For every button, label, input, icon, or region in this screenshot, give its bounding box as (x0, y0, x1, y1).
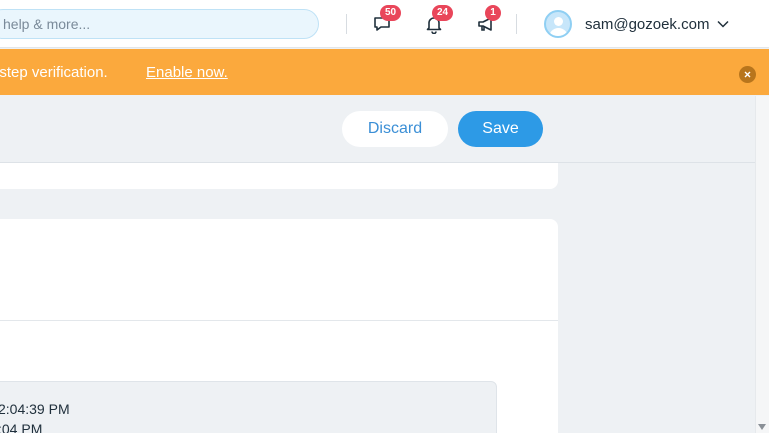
timestamp-1: 2:04:39 PM (0, 401, 70, 417)
verification-banner: 2-step verification. Enable now. (0, 49, 769, 95)
messages-badge: 50 (380, 5, 402, 21)
banner-text: 2-step verification. (0, 64, 108, 81)
header-divider (346, 14, 347, 34)
top-bar: 50 24 1 sam@gozoek.com (0, 0, 769, 48)
save-button[interactable]: Save (458, 111, 543, 147)
account-email: sam@gozoek.com (585, 15, 710, 33)
close-icon (744, 71, 751, 78)
discard-button[interactable]: Discard (342, 111, 448, 147)
avatar (544, 10, 572, 38)
content-card-top (0, 163, 558, 189)
chevron-down-icon (717, 18, 729, 30)
header-divider-2 (516, 14, 517, 34)
card-divider (0, 320, 558, 321)
banner-close-button[interactable] (739, 66, 756, 83)
scroll-down-arrow-icon[interactable] (758, 424, 766, 430)
scrollbar[interactable] (755, 96, 769, 433)
messages-button[interactable]: 50 (368, 5, 402, 38)
enable-now-link[interactable]: Enable now. (146, 64, 228, 81)
announcements-badge: 1 (485, 5, 501, 21)
notifications-button[interactable]: 24 (420, 5, 454, 38)
search-input[interactable] (0, 9, 319, 39)
account-menu[interactable]: sam@gozoek.com (544, 8, 729, 40)
notifications-badge: 24 (432, 5, 454, 21)
activity-box (0, 381, 497, 433)
announcements-button[interactable]: 1 (472, 5, 501, 38)
timestamp-2: :04 PM (0, 421, 43, 433)
